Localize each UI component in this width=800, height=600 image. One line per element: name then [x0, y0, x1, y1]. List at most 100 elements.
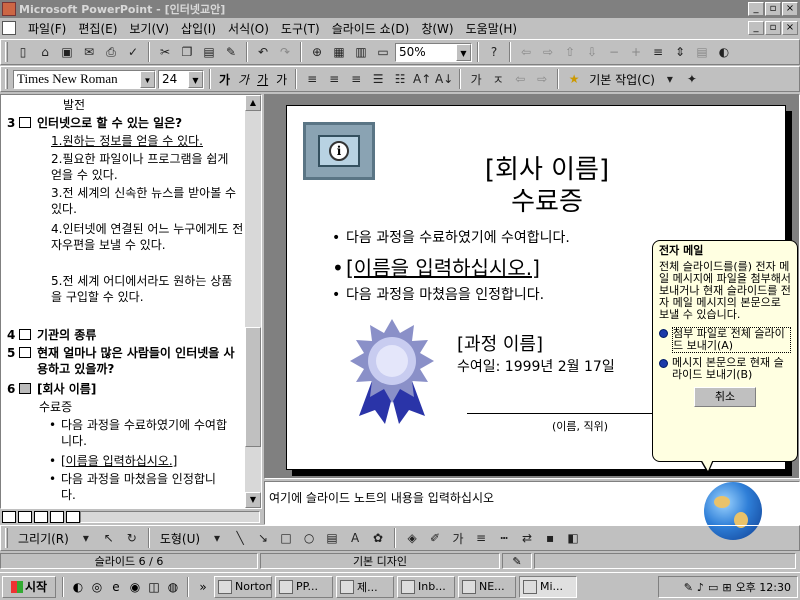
new-slide-icon[interactable]: ▭: [373, 42, 393, 62]
chevron-down-icon[interactable]: ▼: [140, 70, 155, 88]
increase-font-icon[interactable]: A↑: [412, 69, 432, 89]
paste-icon[interactable]: ▤: [199, 42, 219, 62]
font-color-icon[interactable]: 가: [466, 69, 486, 89]
slide-icon[interactable]: [19, 383, 31, 394]
close-button[interactable]: ×: [782, 2, 798, 16]
arrow-up-icon[interactable]: ⇧: [560, 42, 580, 62]
outline-slide-title[interactable]: [회사 이름]: [37, 381, 96, 397]
align-right-icon[interactable]: ≡: [346, 69, 366, 89]
scroll-down-icon[interactable]: ▼: [245, 492, 261, 508]
shadow-icon[interactable]: ▪: [540, 528, 560, 548]
signature-label[interactable]: (이름, 직위): [552, 418, 608, 434]
restore-button[interactable]: ▫: [765, 2, 781, 16]
slide-bullet-name[interactable]: • [이름을 입력하십시오.]: [332, 252, 540, 281]
menu-insert[interactable]: 삽입(I): [175, 20, 222, 37]
outline-pane[interactable]: 발전 3 인터넷으로 할 수 있는 일은? 1.원하는 정보를 얻을 수 있다.…: [0, 94, 262, 509]
arrow-style-icon[interactable]: ⇄: [517, 528, 537, 548]
outline-scrollbar[interactable]: ▲ ▼: [245, 95, 261, 508]
pen-icon[interactable]: ✎: [684, 581, 693, 594]
slide-show-icon[interactable]: [66, 511, 80, 523]
font-size-select[interactable]: 24 ▼: [158, 69, 204, 89]
task-button[interactable]: PP...: [275, 575, 333, 598]
copy-icon[interactable]: ❐: [177, 42, 197, 62]
outline-slide-title[interactable]: 현재 얼마나 많은 사람들이 인터넷을 사용하고 있을까?: [37, 345, 237, 377]
align-left-icon[interactable]: ≡: [302, 69, 322, 89]
slide-icon[interactable]: [19, 347, 31, 358]
horizontal-scrollbar[interactable]: [80, 511, 260, 523]
line-color-icon[interactable]: ✐: [425, 528, 445, 548]
slide-view-icon[interactable]: [34, 511, 48, 523]
outline-slide-title[interactable]: 기관의 종류: [37, 327, 96, 343]
outline-text[interactable]: 5.전 세계 어디에서라도 원하는 상품을 구입할 수 있다.: [51, 273, 237, 305]
start-button[interactable]: 시작: [2, 575, 56, 598]
expand-all-icon[interactable]: ⇕: [670, 42, 690, 62]
outline-text[interactable]: 다음 과정을 수료하였기에 수여합니다.: [61, 417, 231, 449]
slide-title[interactable]: [회사 이름] 수료증: [427, 154, 667, 218]
outline-content[interactable]: 발전 3 인터넷으로 할 수 있는 일은? 1.원하는 정보를 얻을 수 있다.…: [1, 95, 246, 508]
save-icon[interactable]: ▣: [57, 42, 77, 62]
italic-button[interactable]: 가: [235, 71, 252, 88]
notes-placeholder[interactable]: 여기에 슬라이드 노트의 내용을 입력하십시오: [269, 491, 494, 505]
send-as-attachment-option[interactable]: 첨부 파일로 전체 슬라이드 보내기(A): [659, 327, 791, 353]
outline-text[interactable]: 2.필요한 파일이나 프로그램을 쉽게 얻을 수 있다.: [51, 151, 237, 183]
new-icon[interactable]: ▯: [13, 42, 33, 62]
line-icon[interactable]: ╲: [230, 528, 250, 548]
arrow-right-icon[interactable]: ⇨: [538, 42, 558, 62]
chevron-down-icon[interactable]: ▾: [76, 528, 96, 548]
toolbar-grip[interactable]: [5, 528, 8, 548]
award-ribbon-icon[interactable]: [337, 316, 447, 426]
redo-icon[interactable]: ↷: [275, 42, 295, 62]
show-formatting-icon[interactable]: ≡: [648, 42, 668, 62]
underline-button[interactable]: 가: [254, 71, 271, 88]
undo-icon[interactable]: ↶: [253, 42, 273, 62]
oval-icon[interactable]: ○: [299, 528, 319, 548]
bold-button[interactable]: 가: [216, 71, 233, 88]
tables-icon[interactable]: ▦: [329, 42, 349, 62]
free-rotate-icon[interactable]: ↻: [122, 528, 142, 548]
menu-file[interactable]: 파일(F): [22, 20, 72, 37]
zoom-select[interactable]: 50% ▼: [395, 42, 472, 62]
menu-window[interactable]: 창(W): [415, 20, 459, 37]
insert-chart-icon[interactable]: ▥: [351, 42, 371, 62]
bullets-icon[interactable]: ☷: [390, 69, 410, 89]
outline-text[interactable]: 4.인터넷에 연결된 어느 누구에게도 전자우편을 보낼 수 있다.: [51, 221, 247, 253]
powerpoint-app-icon[interactable]: [2, 2, 16, 16]
text-box-icon[interactable]: ▤: [322, 528, 342, 548]
email-icon[interactable]: ✉: [79, 42, 99, 62]
minimize-button[interactable]: _: [748, 2, 764, 16]
toolbar-grip[interactable]: [5, 42, 8, 62]
scroll-up-icon[interactable]: ▲: [245, 95, 261, 111]
promote-icon[interactable]: ⇦: [510, 69, 530, 89]
network-icon[interactable]: ⊞: [722, 581, 731, 594]
outline-text[interactable]: 3.전 세계의 신속한 뉴스를 받아볼 수 있다.: [51, 185, 237, 217]
decrease-font-icon[interactable]: A↓: [434, 69, 454, 89]
toolbar-grip[interactable]: [5, 69, 8, 89]
format-painter-icon[interactable]: ✎: [221, 42, 241, 62]
animation-star-icon[interactable]: ★: [564, 69, 584, 89]
outline-text[interactable]: 수료증: [39, 399, 72, 415]
outline-text[interactable]: 다음 과정을 마쳤음을 인정합니다.: [61, 471, 221, 503]
hyperlink-icon[interactable]: ⊕: [307, 42, 327, 62]
collapse-icon[interactable]: −: [604, 42, 624, 62]
quick-launch-icon[interactable]: ◍: [165, 579, 181, 595]
volume-icon[interactable]: ♪: [697, 581, 704, 594]
menu-edit[interactable]: 편집(E): [72, 20, 123, 37]
outline-slide-title[interactable]: 인터넷으로 할 수 있는 일은?: [37, 115, 182, 131]
award-date[interactable]: 수여일: 1999년 2월 17일: [457, 356, 615, 376]
chevron-down-icon[interactable]: ▼: [188, 70, 203, 88]
chevron-down-icon[interactable]: ▼: [456, 43, 471, 61]
summary-slide-icon[interactable]: ▤: [692, 42, 712, 62]
monitor-icon[interactable]: ▭: [708, 581, 718, 594]
dash-style-icon[interactable]: ┅: [494, 528, 514, 548]
clipart-icon[interactable]: ✿: [368, 528, 388, 548]
quick-launch-icon[interactable]: ◎: [89, 579, 105, 595]
superscript-icon[interactable]: ㅈ: [488, 69, 508, 89]
slide-bullet[interactable]: • 다음 과정을 수료하였기에 수여합니다.: [332, 227, 570, 247]
task-button[interactable]: NE...: [458, 575, 516, 598]
slide-transition-icon[interactable]: ✦: [682, 69, 702, 89]
send-as-body-option[interactable]: 메시지 본문으로 현재 슬라이드 보내기(B): [659, 357, 791, 381]
print-icon[interactable]: ⎙: [101, 42, 121, 62]
draw-menu[interactable]: 그리기(R): [14, 530, 73, 547]
chevron-down-icon[interactable]: ▾: [207, 528, 227, 548]
spelling-icon[interactable]: ✓: [123, 42, 143, 62]
